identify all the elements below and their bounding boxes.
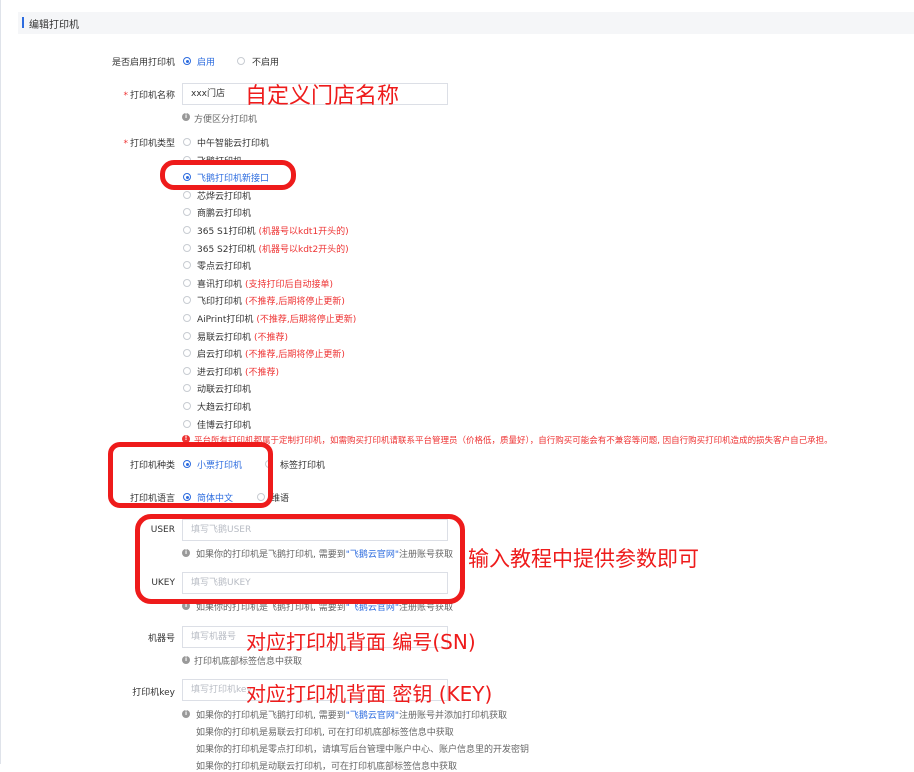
printer-type-radio[interactable]: [183, 191, 191, 199]
enable-radio-off[interactable]: [237, 57, 245, 65]
section-header: [18, 12, 914, 34]
enable-option-on-label[interactable]: 启用: [197, 55, 215, 68]
annotation-box-kind-lang: [108, 442, 273, 508]
printer-type-option-note: (不推荐,后期将停止更新): [245, 297, 345, 307]
annotation-params: 输入教程中提供参数即可: [468, 547, 699, 571]
printer-type-option-label: 零点云打印机: [197, 262, 252, 272]
printer-key-hint-line: 如果你的打印机是易联云打印机, 可在打印机底部标签信息中获取: [196, 728, 454, 738]
section-title: 编辑打印机: [29, 20, 79, 31]
info-icon: i: [182, 710, 190, 718]
printer-type-option-label: 365 S2打印机: [197, 245, 256, 255]
printer-type-option[interactable]: 365 S2打印机 (机器号以kdt2开头的): [197, 242, 349, 255]
printer-type-radio[interactable]: [183, 261, 191, 269]
enable-label: 是否启用打印机: [111, 58, 175, 68]
printer-type-option-note: (不推荐,后期将停止更新): [256, 315, 357, 325]
printer-type-label: * 打印机类型: [123, 139, 175, 149]
feie-link[interactable]: "飞鹅云官网": [346, 603, 399, 613]
printer-type-radio[interactable]: [183, 367, 191, 375]
printer-key-label: 打印机key: [132, 688, 175, 698]
printer-type-radio[interactable]: [183, 138, 191, 146]
printer-name-label: * 打印机名称: [123, 91, 175, 101]
printer-lang-ug-label[interactable]: 维语: [271, 491, 289, 504]
printer-key-hint-line: 如果你的打印机是零点打印机，请填写后台管理中账户中心、账户信息里的开发密钥: [196, 745, 530, 755]
annotation-box-user-ukey: [135, 514, 465, 604]
printer-type-option[interactable]: 芯烨云打印机: [197, 189, 251, 202]
printer-type-option[interactable]: AiPrint打印机 (不推荐,后期将停止更新): [197, 312, 356, 325]
printer-type-option-label: 佳博云打印机: [197, 421, 252, 431]
feie-link[interactable]: "飞鹅云官网": [346, 711, 399, 721]
printer-type-option[interactable]: 365 S1打印机 (机器号以kdt1开头的): [197, 224, 349, 237]
printer-type-option[interactable]: 易联云打印机 (不推荐): [197, 330, 288, 343]
printer-type-option[interactable]: 动联云打印机: [197, 382, 251, 395]
printer-type-option-label: 动联云打印机: [197, 385, 252, 395]
printer-type-option-label: 芯烨云打印机: [197, 192, 252, 202]
printer-type-option-label: 中午智能云打印机: [197, 139, 270, 149]
printer-type-option-note: (机器号以kdt2开头的): [258, 245, 349, 255]
annotation-name: 自定义门店名称: [245, 84, 400, 109]
printer-type-option-label: 启云打印机: [197, 350, 243, 360]
printer-type-radio[interactable]: [183, 296, 191, 304]
printer-type-radio[interactable]: [183, 332, 191, 340]
printer-type-option-label: 大趋云打印机: [197, 403, 252, 413]
printer-type-radio[interactable]: [183, 279, 191, 287]
printer-type-option[interactable]: 中午智能云打印机: [197, 136, 269, 149]
printer-type-option-label: 易联云打印机: [197, 333, 252, 343]
printer-type-radio[interactable]: [183, 349, 191, 357]
printer-type-radio[interactable]: [183, 208, 191, 216]
printer-type-option-note: (不推荐,后期将停止更新): [245, 350, 345, 360]
printer-type-option[interactable]: 进云打印机 (不推荐): [197, 365, 279, 378]
printer-key-hint-line: 如果你的打印机是动联云打印机，可在打印机底部标签信息中获取: [196, 762, 458, 772]
printer-type-radio[interactable]: [183, 226, 191, 234]
printer-type-warning: 平台所有打印机都属于定制打印机，如需购买打印机请联系平台管理员（价格低，质量好）…: [194, 436, 833, 446]
printer-type-option-note: (不推荐): [245, 368, 280, 378]
printer-type-option-label: 喜讯打印机: [197, 280, 243, 290]
printer-type-radio[interactable]: [183, 384, 191, 392]
printer-type-radio[interactable]: [183, 244, 191, 252]
printer-type-option-label: AiPrint打印机: [197, 315, 254, 325]
printer-key-hint: 如果你的打印机是飞鹅打印机, 需要到"飞鹅云官网"注册账号并添加打印机获取: [196, 711, 508, 721]
printer-type-option-label: 商鹏云打印机: [197, 209, 252, 219]
sn-label: 机器号: [147, 634, 175, 644]
section-header-accent: [22, 17, 24, 28]
printer-type-option[interactable]: 大趋云打印机: [197, 400, 251, 413]
annotation-sn: 对应打印机背面 编号(SN): [246, 630, 476, 654]
printer-type-option[interactable]: 商鹏云打印机: [197, 206, 251, 219]
info-icon: i: [182, 656, 190, 664]
printer-type-option-note: (不推荐): [254, 333, 289, 343]
printer-name-hint: 方便区分打印机: [194, 115, 258, 125]
printer-type-option-label: 进云打印机: [197, 368, 243, 378]
enable-option-off-label[interactable]: 不启用: [252, 55, 279, 68]
printer-type-radio[interactable]: [183, 402, 191, 410]
printer-type-option[interactable]: 喜讯打印机 (支持打印后自动接单): [197, 277, 333, 290]
printer-type-radio[interactable]: [183, 420, 191, 428]
printer-type-option[interactable]: 零点云打印机: [197, 259, 251, 272]
info-icon: i: [182, 113, 190, 121]
printer-type-option-note: (机器号以kdt1开头的): [258, 227, 349, 237]
sn-hint: 打印机底部标签信息中获取: [194, 657, 303, 667]
printer-kind-label-printer-label[interactable]: 标签打印机: [280, 458, 325, 471]
printer-type-option-label: 飞印打印机: [197, 297, 243, 307]
printer-type-radio[interactable]: [183, 314, 191, 322]
printer-type-option[interactable]: 飞印打印机 (不推荐,后期将停止更新): [197, 294, 345, 307]
printer-type-option[interactable]: 启云打印机 (不推荐,后期将停止更新): [197, 347, 345, 360]
page-left-border: [0, 0, 1, 764]
annotation-key: 对应打印机背面 密钥 (KEY): [246, 682, 493, 706]
printer-type-option-note: (支持打印后自动接单): [245, 280, 334, 290]
annotation-box-type: [160, 160, 296, 190]
printer-type-option[interactable]: 佳博云打印机: [197, 418, 251, 431]
enable-radio-on[interactable]: [183, 57, 191, 65]
printer-type-option-label: 365 S1打印机: [197, 227, 256, 237]
